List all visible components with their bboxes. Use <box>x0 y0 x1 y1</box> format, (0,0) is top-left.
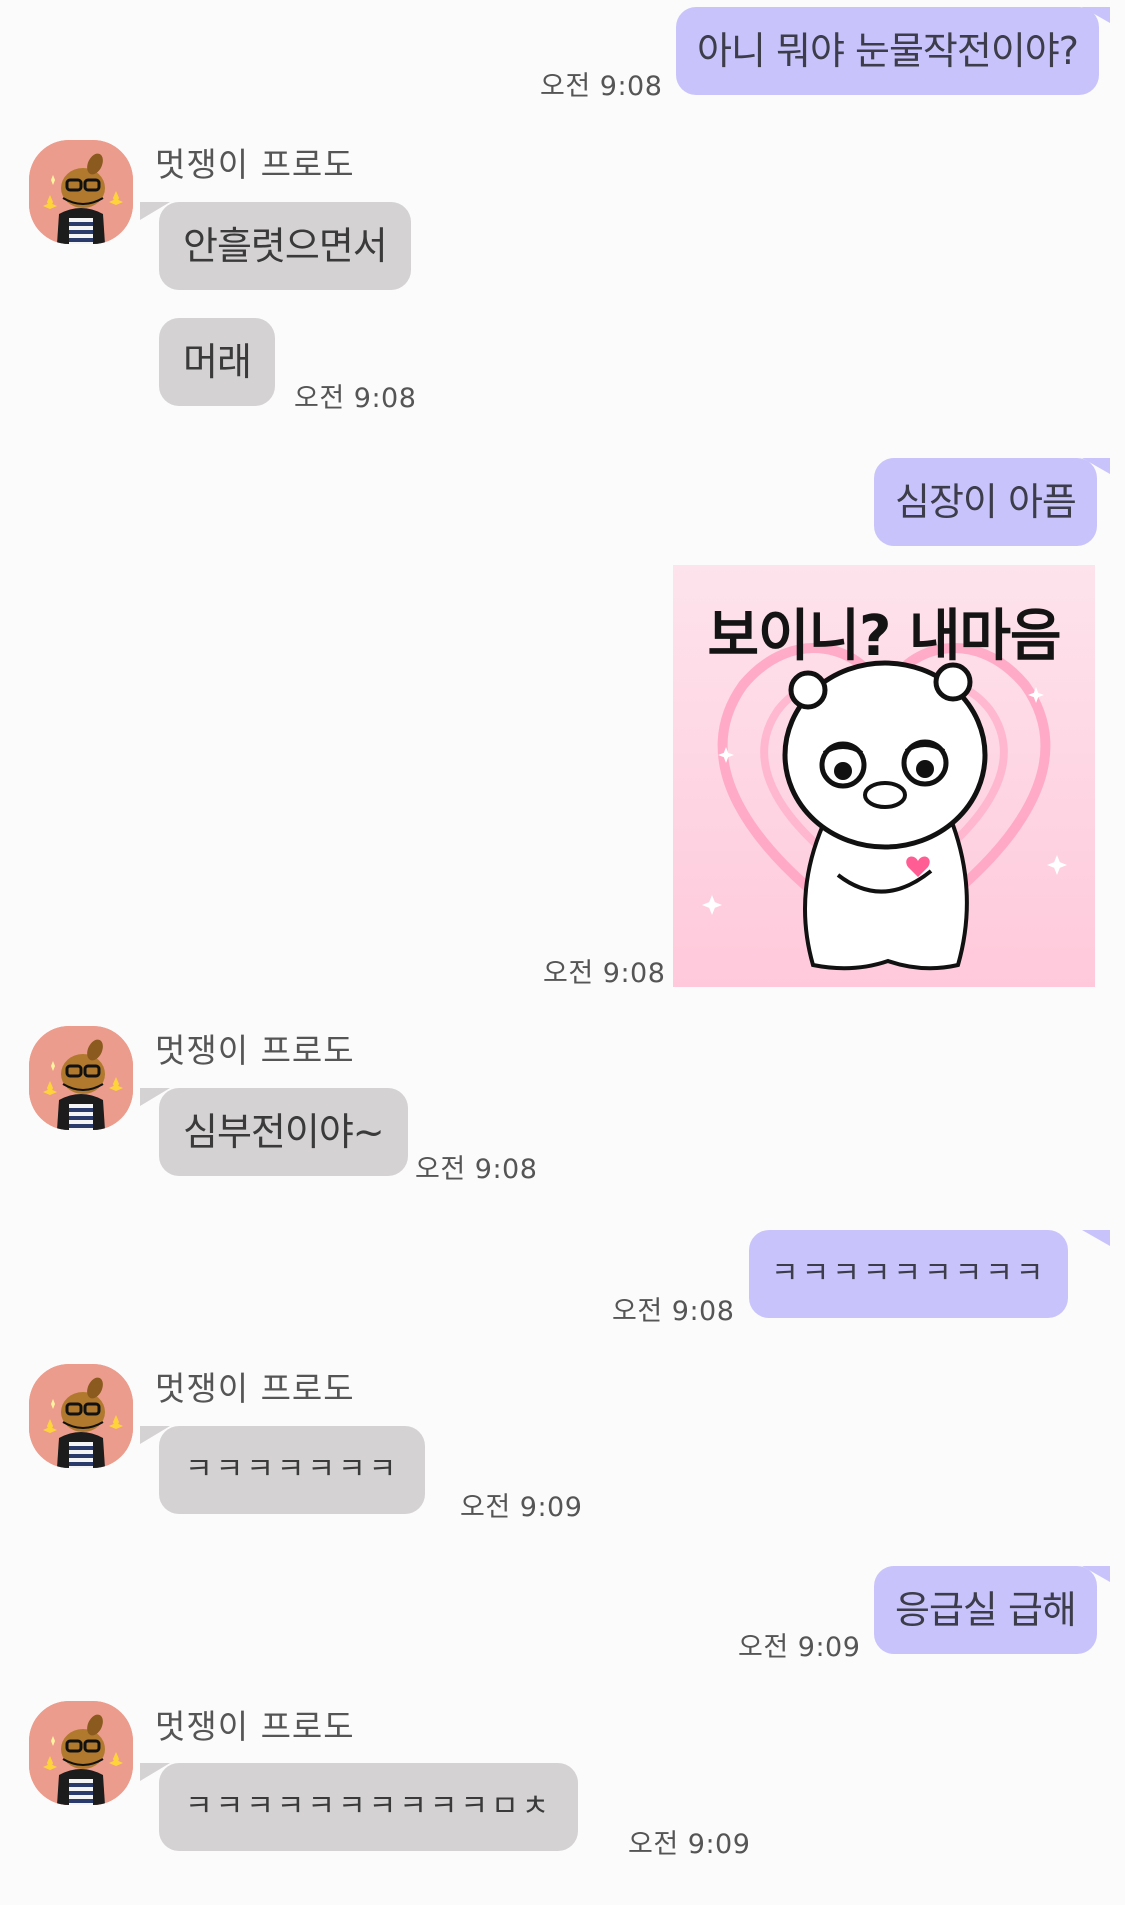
their-message-bubble[interactable]: 안흘렷으면서 <box>159 202 411 290</box>
chat-room: 아니 뭐야 눈물작전이야? 오전 9:08 멋쟁이 프로도 안흘렷으면서 머래 … <box>0 0 1125 1905</box>
message-timestamp: 오전 9:09 <box>738 1632 861 1663</box>
message-timestamp: 오전 9:09 <box>628 1829 751 1860</box>
message-timestamp: 오전 9:08 <box>543 958 666 989</box>
their-message-bubble[interactable]: ㅋㅋㅋㅋㅋㅋㅋ <box>159 1426 426 1514</box>
frodo-dog-avatar-icon <box>29 1026 133 1130</box>
bubble-tail <box>1082 7 1110 23</box>
message-timestamp: 오전 9:08 <box>415 1154 538 1185</box>
message-timestamp: 오전 9:08 <box>612 1296 735 1327</box>
my-message-bubble[interactable]: ㅋㅋㅋㅋㅋㅋㅋㅋㅋ <box>749 1230 1069 1318</box>
my-message-bubble[interactable]: 아니 뭐야 눈물작전이야? <box>676 7 1099 95</box>
contact-name: 멋쟁이 프로도 <box>155 1369 355 1408</box>
their-message-bubble[interactable]: 머래 <box>159 318 275 406</box>
sticker-message[interactable]: 보이니? 내마음 <box>673 565 1095 987</box>
message-timestamp: 오전 9:09 <box>460 1492 583 1523</box>
contact-name: 멋쟁이 프로도 <box>155 1031 355 1070</box>
frodo-dog-avatar-icon <box>29 140 133 244</box>
contact-avatar[interactable] <box>29 1026 133 1130</box>
frodo-dog-avatar-icon <box>29 1364 133 1468</box>
contact-avatar[interactable] <box>29 140 133 244</box>
message-timestamp: 오전 9:08 <box>540 71 663 102</box>
contact-avatar[interactable] <box>29 1701 133 1805</box>
contact-name: 멋쟁이 프로도 <box>155 145 355 184</box>
contact-avatar[interactable] <box>29 1364 133 1468</box>
sticker-caption: 보이니? 내마음 <box>707 604 1061 669</box>
bubble-tail <box>1082 458 1110 474</box>
my-message-bubble[interactable]: 응급실 급해 <box>874 1566 1097 1654</box>
their-message-bubble[interactable]: ㅋㅋㅋㅋㅋㅋㅋㅋㅋㅋㅁㅊ <box>159 1763 579 1851</box>
bubble-tail <box>1082 1230 1110 1246</box>
bubble-tail <box>1082 1566 1110 1582</box>
my-message-bubble[interactable]: 심장이 아픔 <box>874 458 1097 546</box>
message-timestamp: 오전 9:08 <box>294 383 417 414</box>
contact-name: 멋쟁이 프로도 <box>155 1707 355 1746</box>
their-message-bubble[interactable]: 심부전이야~ <box>159 1088 408 1176</box>
frodo-dog-avatar-icon <box>29 1701 133 1805</box>
